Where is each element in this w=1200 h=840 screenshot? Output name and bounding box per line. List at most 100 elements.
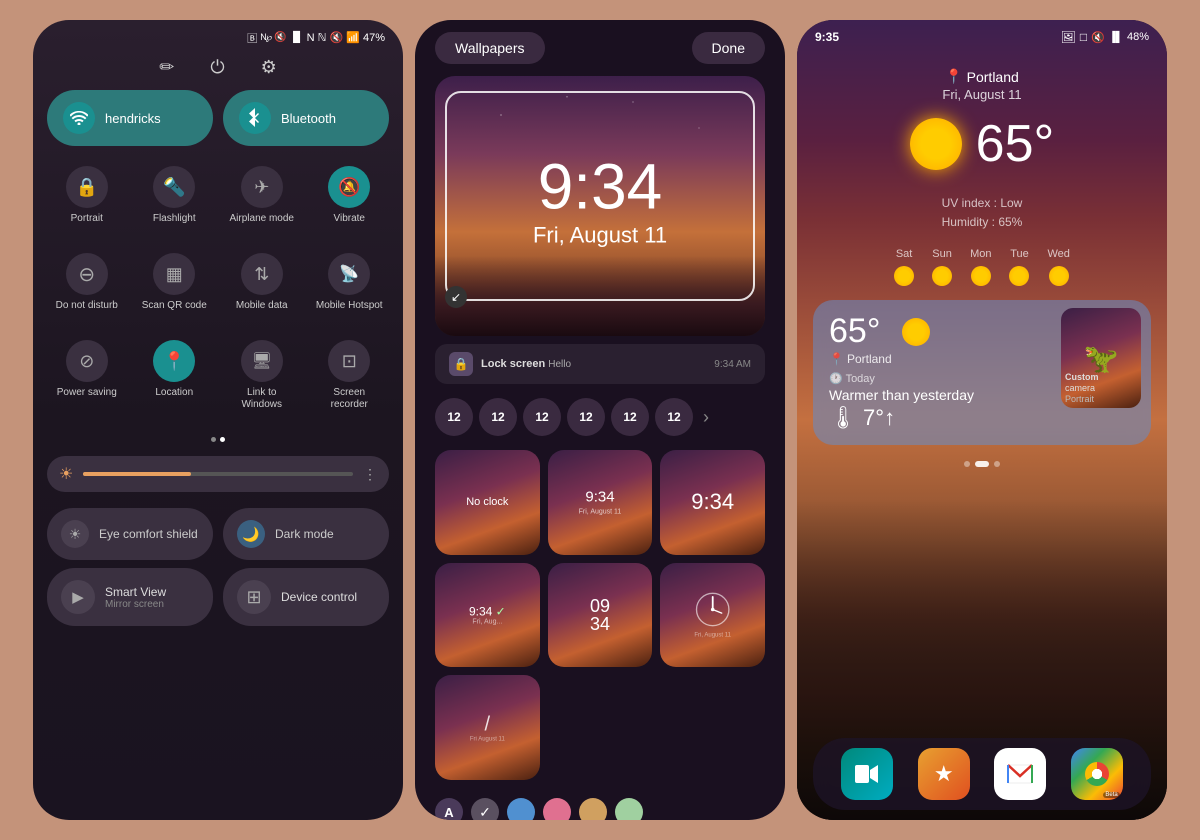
bluetooth-tile[interactable]: Bluetooth bbox=[223, 90, 389, 146]
color-dot-pink[interactable] bbox=[543, 798, 571, 820]
clock-thumb-stacked[interactable]: 0934 bbox=[548, 563, 653, 668]
home-status-bar: 9:35 🖼 □ 🔇 ▐▌ 48% bbox=[797, 20, 1167, 48]
style-num-6[interactable]: 12 bbox=[655, 398, 693, 436]
clock-thumb-analog[interactable]: Fri, August 11 bbox=[660, 563, 765, 668]
day-tue: Tue bbox=[1010, 248, 1029, 260]
gmail-svg bbox=[1006, 763, 1034, 785]
qs-grid-1: 🔒 Portrait 🔦 Flashlight ✈ Airplane mode … bbox=[33, 156, 403, 431]
hotspot-tile[interactable]: 📡 Mobile Hotspot bbox=[310, 243, 390, 322]
settings-icon[interactable]: ⚙ bbox=[261, 57, 277, 78]
clock-thumb-digital-big[interactable]: 9:34 bbox=[660, 450, 765, 555]
link-windows-label: Link to Windows bbox=[226, 387, 298, 411]
bluetooth-status-icon: 🄱 bbox=[247, 30, 257, 45]
dock-faves-icon[interactable]: ★ bbox=[918, 748, 970, 800]
page-dots bbox=[33, 431, 403, 448]
style-num-4[interactable]: 12 bbox=[567, 398, 605, 436]
clock-style-row: 12 12 12 12 12 12 › bbox=[415, 392, 785, 442]
city-name: Portland bbox=[967, 69, 1019, 85]
with-date-label: 9:34 ✓ Fri, Aug... bbox=[469, 605, 506, 626]
hotspot-label: Mobile Hotspot bbox=[316, 300, 383, 312]
color-dot-check[interactable]: ✓ bbox=[471, 798, 499, 820]
mobiledata-icon: ⇅ bbox=[241, 253, 283, 295]
vibrate-tile[interactable]: 🔕 Vibrate bbox=[310, 156, 390, 235]
forecast-sun: Sun bbox=[932, 248, 952, 286]
color-dot-green[interactable] bbox=[615, 798, 643, 820]
notif-body: Hello bbox=[548, 359, 571, 370]
color-dot-orange[interactable] bbox=[579, 798, 607, 820]
flashlight-label: Flashlight bbox=[153, 213, 196, 225]
brightness-bar[interactable] bbox=[83, 472, 353, 476]
powersaving-icon: ⊘ bbox=[66, 340, 108, 382]
edit-icon[interactable]: ✏ bbox=[159, 57, 174, 78]
resize-handle[interactable]: ↙ bbox=[445, 286, 467, 308]
forecast-sat: Sat bbox=[894, 248, 914, 286]
dark-mode-toggle[interactable]: 🌙 Dark mode bbox=[223, 508, 389, 560]
clock-thumb-digital-small[interactable]: 9:34 Fri, August 11 bbox=[548, 450, 653, 555]
portrait-label: Portrait bbox=[71, 213, 103, 225]
clock-icon: 🕐 bbox=[829, 373, 843, 385]
mobiledata-tile[interactable]: ⇅ Mobile data bbox=[222, 243, 302, 322]
dock-meet-icon[interactable] bbox=[841, 748, 893, 800]
powersaving-tile[interactable]: ⊘ Power saving bbox=[47, 330, 127, 421]
quick-settings-panel: 🄱 Ν℘ 🔇 ▐▌ Ν ℕ 🔇 📶 47% ✏ ⏻ ⚙ bbox=[33, 20, 403, 820]
home-screen-panel: 9:35 🖼 □ 🔇 ▐▌ 48% 📍 Portland Fri, August… bbox=[797, 20, 1167, 820]
link-windows-tile[interactable]: 🖥 Link to Windows bbox=[222, 330, 302, 421]
flashlight-tile[interactable]: 🔦 Flashlight bbox=[135, 156, 215, 235]
signal-icon: ▐▌ bbox=[289, 32, 303, 43]
dock-gmail-icon[interactable] bbox=[994, 748, 1046, 800]
nfc-icon: Ν℘ bbox=[260, 32, 271, 43]
digital-big-label: 9:34 bbox=[691, 491, 734, 513]
camera-label: camera bbox=[1065, 383, 1099, 394]
battery-text: Ν ℕ 🔇 📶 47% bbox=[307, 31, 385, 44]
weather-widget-card[interactable]: 65° 📍 Portland 🕐 Today Warmer than yeste… bbox=[813, 300, 1151, 445]
clock-thumb-with-date[interactable]: 9:34 ✓ Fri, Aug... bbox=[435, 563, 540, 668]
portrait-tile[interactable]: 🔒 Portrait bbox=[47, 156, 127, 235]
color-dot-a[interactable]: A bbox=[435, 798, 463, 820]
wallpapers-button[interactable]: Wallpapers bbox=[435, 32, 545, 64]
style-scroll: 12 12 12 12 12 12 › bbox=[435, 398, 713, 436]
home-status-icons: 🖼 □ 🔇 ▐▌ 48% bbox=[1061, 30, 1149, 44]
screen-recorder-icon: ⊡ bbox=[328, 340, 370, 382]
brightness-more-icon[interactable]: ⋮ bbox=[363, 466, 377, 483]
mute-icon-home: 🔇 bbox=[1091, 31, 1105, 44]
smart-view-tile[interactable]: ▶ Smart View Mirror screen bbox=[47, 568, 213, 626]
widget-temp: 65° bbox=[829, 314, 892, 348]
style-more-indicator: › bbox=[699, 407, 713, 428]
eye-comfort-label: Eye comfort shield bbox=[99, 527, 199, 541]
screen-recorder-label: Screen recorder bbox=[314, 387, 386, 411]
dnd-tile[interactable]: ⊖ Do not disturb bbox=[47, 243, 127, 322]
style-num-2[interactable]: 12 bbox=[479, 398, 517, 436]
location-display: 📍 Portland bbox=[817, 68, 1147, 85]
qr-tile[interactable]: ▦ Scan QR code bbox=[135, 243, 215, 322]
day-sat: Sat bbox=[896, 248, 913, 260]
stacked-time: 0934 bbox=[590, 597, 610, 633]
screen-recorder-tile[interactable]: ⊡ Screen recorder bbox=[310, 330, 390, 421]
battery-outline-icon: □ bbox=[1080, 30, 1087, 44]
brightness-control[interactable]: ☀ ⋮ bbox=[47, 456, 389, 492]
color-dot-blue[interactable] bbox=[507, 798, 535, 820]
dock-chrome-icon[interactable]: Beta bbox=[1071, 748, 1123, 800]
notif-title: Lock screen bbox=[481, 358, 545, 370]
location-tile[interactable]: 📍 Location bbox=[135, 330, 215, 421]
location-icon: 📍 bbox=[153, 340, 195, 382]
eye-comfort-toggle[interactable]: ☀ Eye comfort shield bbox=[47, 508, 213, 560]
clock-thumb-no-clock[interactable]: No clock bbox=[435, 450, 540, 555]
wifi-tile[interactable]: hendricks bbox=[47, 90, 213, 146]
flashlight-icon: 🔦 bbox=[153, 166, 195, 208]
done-button[interactable]: Done bbox=[692, 32, 765, 64]
dsmall-time: 9:34 bbox=[579, 490, 622, 507]
style-num-1[interactable]: 12 bbox=[435, 398, 473, 436]
clock-thumbnails-grid: No clock 9:34 Fri, August 11 9:34 bbox=[415, 442, 785, 788]
airplane-tile[interactable]: ✈ Airplane mode bbox=[222, 156, 302, 235]
dnd-label: Do not disturb bbox=[56, 300, 118, 312]
clock-thumb-minimal[interactable]: / Fri August 11 bbox=[435, 675, 540, 780]
device-control-tile[interactable]: ⊞ Device control bbox=[223, 568, 389, 626]
power-icon[interactable]: ⏻ bbox=[210, 57, 224, 78]
signal-icon-home: ▐▌ bbox=[1109, 32, 1123, 43]
style-num-5[interactable]: 12 bbox=[611, 398, 649, 436]
device-control-label: Device control bbox=[281, 590, 357, 604]
style-num-3[interactable]: 12 bbox=[523, 398, 561, 436]
chrome-inner bbox=[1085, 762, 1109, 786]
meet-svg bbox=[854, 764, 880, 784]
wifi-label: hendricks bbox=[105, 111, 161, 126]
